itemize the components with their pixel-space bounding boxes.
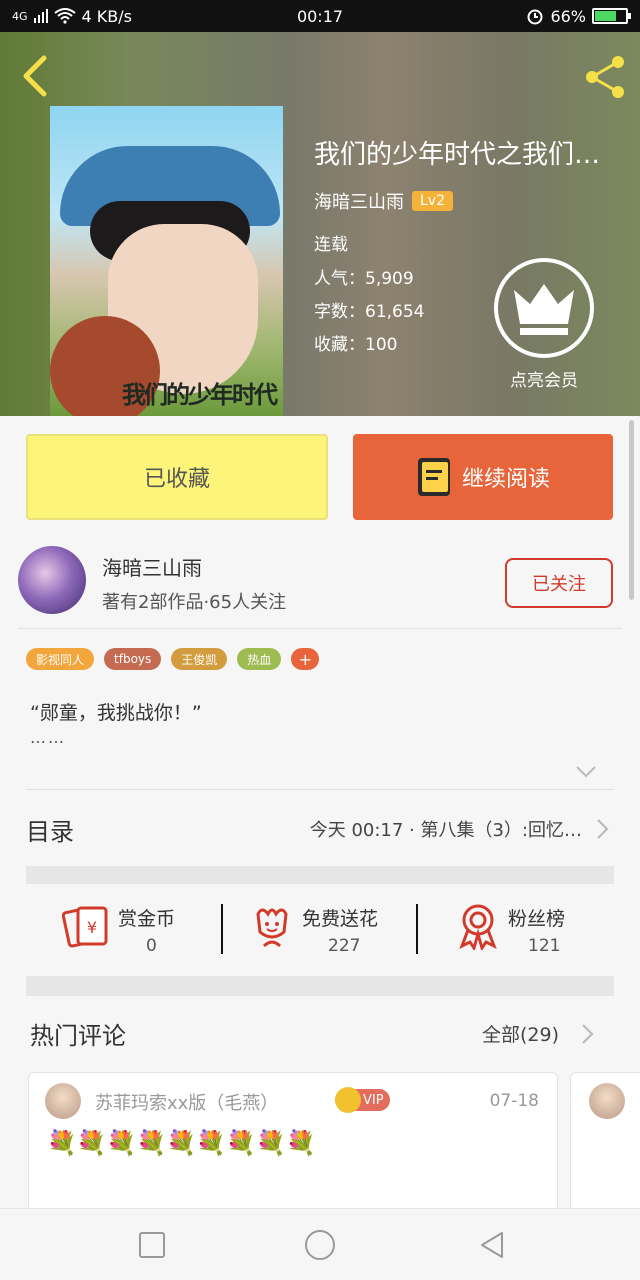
chevron-right-icon[interactable] bbox=[578, 1022, 598, 1046]
comment-card[interactable] bbox=[570, 1072, 640, 1222]
red-envelope-icon: ¥ bbox=[62, 906, 108, 948]
vip-badge: VIP bbox=[335, 1087, 390, 1113]
recent-apps-icon[interactable] bbox=[134, 1227, 170, 1263]
vip-label[interactable]: 点亮会员 bbox=[486, 366, 602, 391]
continue-reading-label: 继续阅读 bbox=[461, 467, 550, 492]
catalog-label: 目录 bbox=[26, 817, 74, 846]
add-tag-button[interactable]: + bbox=[291, 648, 320, 670]
action-label: 粉丝榜 bbox=[508, 908, 566, 930]
action-value: 121 bbox=[528, 936, 561, 956]
commenter-avatar[interactable] bbox=[45, 1083, 81, 1119]
book-icon bbox=[417, 458, 450, 496]
divider bbox=[416, 904, 418, 954]
alarm-icon bbox=[527, 9, 543, 25]
vip-badge-label: VIP bbox=[363, 1092, 384, 1108]
action-label: 免费送花 bbox=[302, 908, 379, 930]
collected-button[interactable]: 已收藏 bbox=[26, 434, 328, 520]
vip-crown-icon bbox=[335, 1087, 361, 1113]
catalog-row[interactable]: 目录 今天 00:17 · 第八集（3）:回忆… bbox=[26, 796, 614, 862]
book-cover[interactable]: 我们的少年时代 bbox=[50, 106, 283, 416]
scrollbar[interactable] bbox=[629, 420, 634, 600]
divider bbox=[221, 904, 223, 954]
popularity: 人气：5,909 bbox=[314, 269, 414, 289]
commenter-name[interactable]: 苏菲玛索xx版（毛燕） bbox=[95, 1089, 278, 1115]
action-value: 227 bbox=[328, 936, 361, 956]
chevron-down-icon[interactable] bbox=[574, 764, 598, 780]
author-name[interactable]: 海暗三山雨 bbox=[314, 188, 404, 214]
svg-text:¥: ¥ bbox=[87, 918, 97, 937]
author-avatar[interactable] bbox=[18, 546, 86, 614]
comment-date: 07-18 bbox=[489, 1091, 539, 1111]
share-icon[interactable] bbox=[582, 54, 628, 100]
commenter-avatar[interactable] bbox=[589, 1083, 625, 1119]
medal-icon bbox=[459, 904, 497, 950]
tag-list: 影视同人 tfboys 王俊凯 热血 + bbox=[26, 648, 320, 670]
free-flower-action[interactable]: 免费送花 227 bbox=[244, 890, 440, 970]
all-comments-link[interactable]: 全部(29) bbox=[482, 1020, 559, 1047]
battery-percent: 66% bbox=[550, 6, 586, 26]
cover-title-art: 我们的少年时代 bbox=[122, 380, 278, 409]
author-row: 海暗三山雨 著有2部作品·65人关注 已关注 bbox=[0, 540, 640, 628]
latest-chapter: 今天 00:17 · 第八集（3）:回忆… bbox=[309, 820, 582, 841]
intro-ellipsis: …… bbox=[30, 728, 66, 747]
level-badge: Lv2 bbox=[412, 191, 453, 211]
vip-crown-button[interactable] bbox=[494, 258, 594, 358]
book-header: 我们的少年时代 我们的少年时代之我们… 海暗三山雨 Lv2 连载 人气：5,90… bbox=[0, 32, 640, 416]
serial-status: 连载 bbox=[314, 235, 348, 255]
battery-icon bbox=[592, 8, 631, 24]
signal-icon bbox=[33, 9, 48, 23]
back-icon[interactable] bbox=[474, 1227, 510, 1263]
status-bar: 4G 4 KB/s 00:17 66% bbox=[0, 0, 640, 32]
comment-body: 💐💐💐💐💐💐💐💐💐 bbox=[47, 1129, 316, 1157]
flower-icon bbox=[256, 908, 288, 948]
divider bbox=[18, 628, 622, 629]
tag-item[interactable]: tfboys bbox=[104, 648, 162, 670]
back-arrow-icon[interactable] bbox=[16, 52, 56, 100]
action-label: 赏金币 bbox=[118, 908, 176, 930]
section-separator bbox=[26, 976, 614, 996]
follow-label: 已关注 bbox=[532, 574, 586, 595]
divider bbox=[26, 789, 614, 790]
hot-comments-title: 热门评论 bbox=[30, 1022, 126, 1050]
system-navbar bbox=[0, 1208, 640, 1280]
follow-button[interactable]: 已关注 bbox=[505, 558, 613, 608]
network-speed: 4 KB/s bbox=[81, 6, 132, 26]
crown-icon bbox=[514, 284, 574, 335]
author-stats: 著有2部作品·65人关注 bbox=[102, 592, 287, 613]
favorites-count: 收藏：100 bbox=[314, 335, 398, 355]
action-value: 0 bbox=[146, 936, 157, 956]
home-icon[interactable] bbox=[302, 1227, 338, 1263]
tag-item[interactable]: 热血 bbox=[237, 648, 282, 670]
chevron-right-icon bbox=[597, 819, 609, 839]
comment-card[interactable]: 苏菲玛索xx版（毛燕） VIP 07-18 💐💐💐💐💐💐💐💐💐 bbox=[28, 1072, 558, 1222]
author-line: 海暗三山雨 Lv2 bbox=[314, 188, 453, 214]
tag-item[interactable]: 影视同人 bbox=[26, 648, 95, 670]
word-count: 字数：61,654 bbox=[314, 302, 425, 322]
author-name[interactable]: 海暗三山雨 bbox=[102, 552, 202, 581]
actions-row: ¥ 赏金币 0 免费送花 227 粉丝榜 121 bbox=[0, 890, 640, 986]
section-separator bbox=[26, 866, 614, 884]
wifi-icon bbox=[53, 8, 76, 24]
collected-label: 已收藏 bbox=[143, 467, 210, 492]
continue-reading-button[interactable]: 继续阅读 bbox=[353, 434, 613, 520]
intro-quote: “郧童，我挑战你！” bbox=[30, 702, 202, 724]
network-indicator: 4G bbox=[12, 9, 28, 23]
book-title: 我们的少年时代之我们… bbox=[314, 140, 601, 170]
clock: 00:17 bbox=[296, 6, 344, 26]
fan-ranking-action[interactable]: 粉丝榜 121 bbox=[452, 890, 640, 970]
tag-item[interactable]: 王俊凯 bbox=[171, 648, 228, 670]
